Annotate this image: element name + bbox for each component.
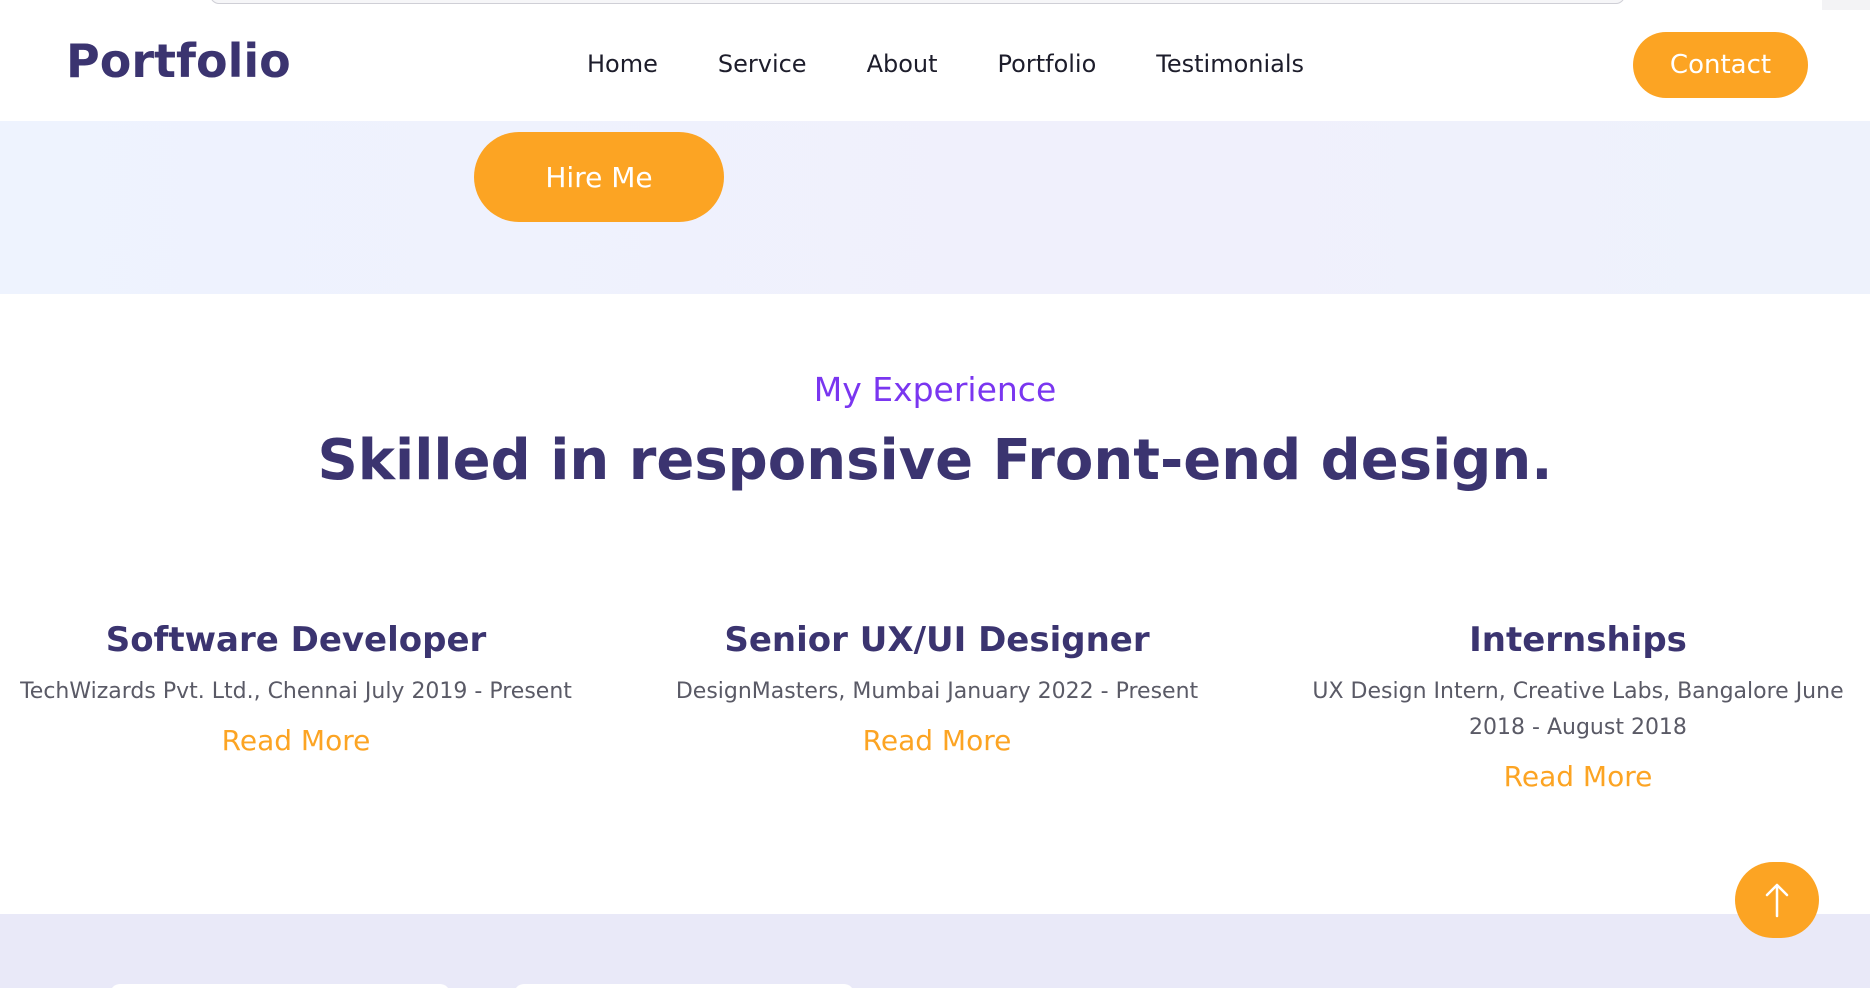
arrow-up-icon [1765,883,1789,918]
experience-section: My Experience Skilled in responsive Fron… [0,294,1870,914]
experience-card-software-developer: Software Developer TechWizards Pvt. Ltd.… [16,620,576,757]
browser-address-bar[interactable] [210,0,1625,4]
contact-button[interactable]: Contact [1633,32,1808,98]
read-more-link[interactable]: Read More [222,724,371,757]
nav-testimonials[interactable]: Testimonials [1156,50,1304,78]
card-title: Software Developer [105,620,487,660]
card-description: DesignMasters, Mumbai January 2022 - Pre… [675,679,1199,704]
card-title: Senior UX/UI Designer [724,620,1150,660]
nav-home[interactable]: Home [587,50,658,78]
read-more-link[interactable]: Read More [863,724,1012,757]
nav-service[interactable]: Service [718,50,807,78]
card-description: UX Design Intern, Creative Labs, Bangalo… [1312,679,1844,740]
read-more-link[interactable]: Read More [1504,760,1653,793]
nav-about[interactable]: About [867,50,938,78]
next-section-card [514,984,854,1004]
section-heading: Skilled in responsive Front-end design. [317,428,1553,493]
next-section-card [110,984,450,1004]
hire-me-button[interactable]: Hire Me [474,132,724,222]
card-title: Internships [1469,620,1687,660]
card-description: TechWizards Pvt. Ltd., Chennai July 2019… [20,679,572,704]
scroll-to-top-button[interactable] [1735,862,1819,938]
experience-card-senior-ux-ui-designer: Senior UX/UI Designer DesignMasters, Mum… [657,620,1217,757]
experience-card-internships: Internships UX Design Intern, Creative L… [1298,620,1858,793]
next-section [0,914,1870,1004]
main-nav: Home Service About Portfolio Testimonial… [587,50,1304,78]
site-header: Portfolio Home Service About Portfolio T… [0,10,1870,121]
section-kicker: My Experience [813,370,1057,409]
nav-portfolio[interactable]: Portfolio [998,50,1097,78]
site-logo[interactable]: Portfolio [66,34,291,88]
hero-section: Hire Me [0,121,1870,294]
